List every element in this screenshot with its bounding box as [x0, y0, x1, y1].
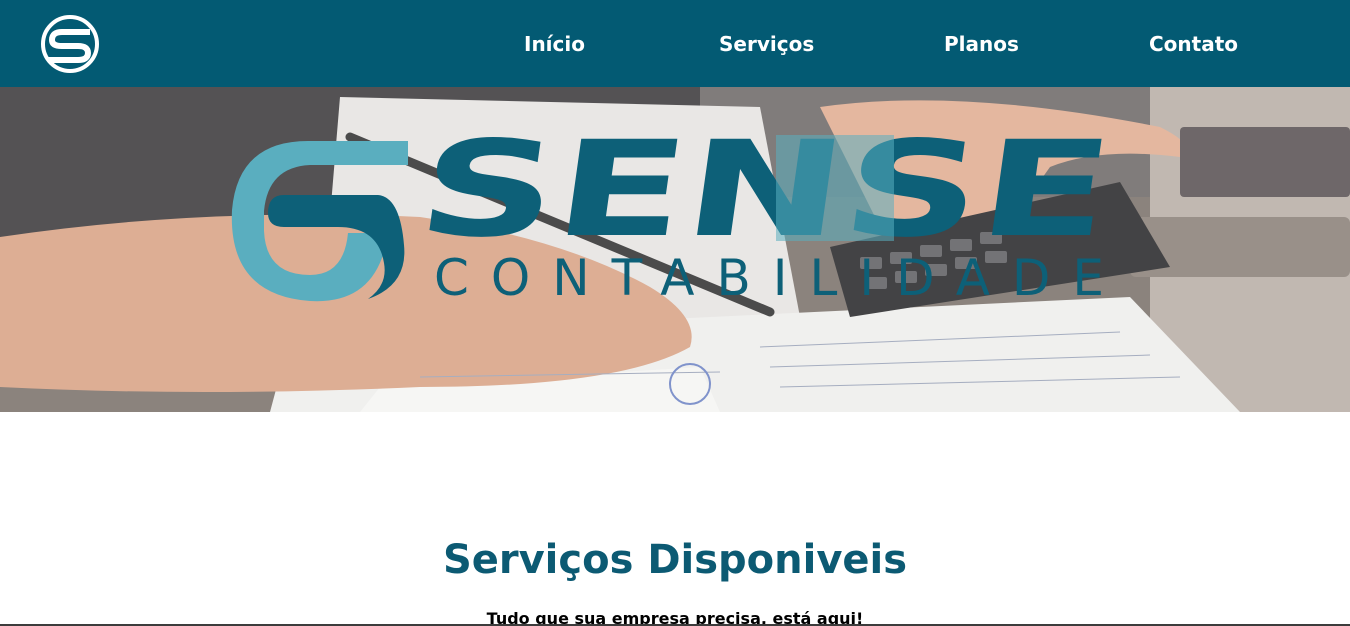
nav-link-contato[interactable]: Contato	[1149, 31, 1238, 57]
nav-link-inicio[interactable]: Início	[524, 31, 585, 57]
nav-link-servicos[interactable]: Serviços	[719, 31, 814, 57]
services-title: Serviços Disponiveis	[442, 537, 908, 583]
main-nav: Início Serviços Planos Contato	[0, 0, 1350, 87]
hero-banner: SENSE CONTABILIDADE	[0, 87, 1350, 412]
sense-brand-logo: SENSE CONTABILIDADE	[231, 135, 1121, 307]
brand-name-text: SENSE	[409, 135, 1121, 267]
site-header: Início Serviços Planos Contato	[0, 0, 1350, 87]
nav-link-planos[interactable]: Planos	[944, 31, 1019, 57]
